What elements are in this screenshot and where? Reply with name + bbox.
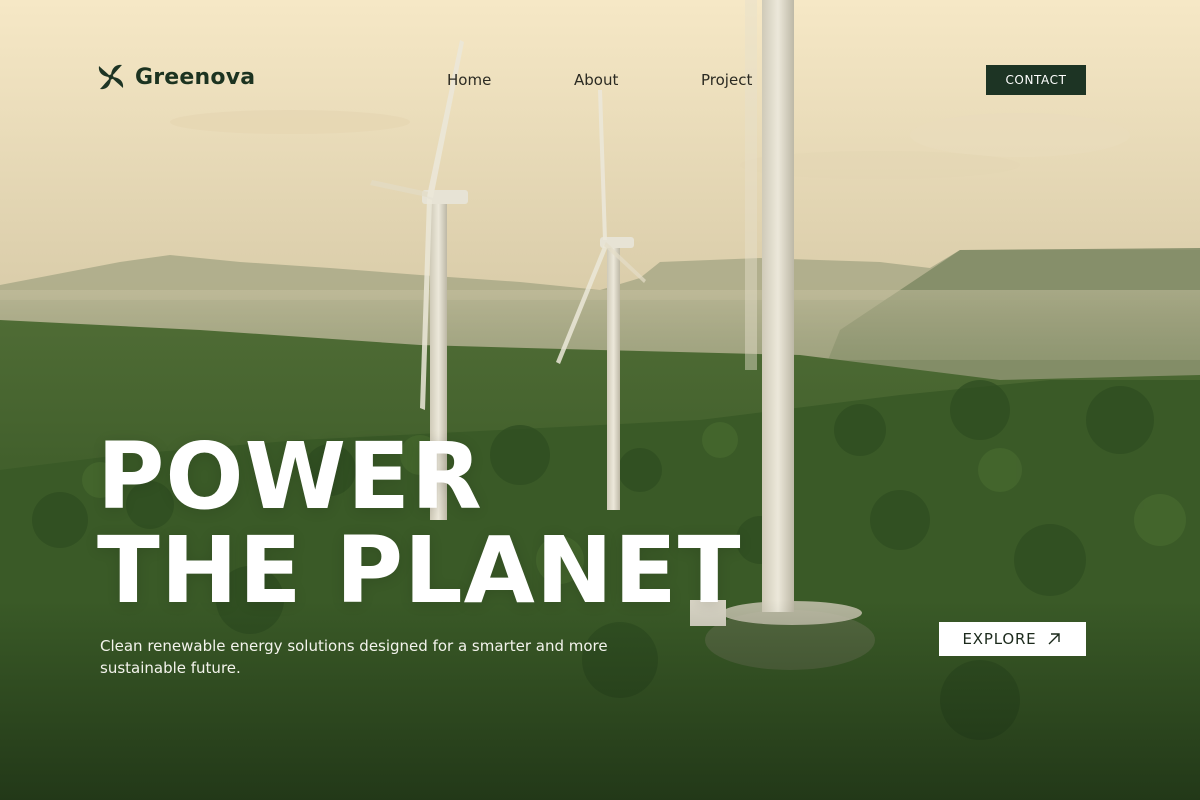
landing-page: Greenova Home About Project CONTACT POWE… — [0, 0, 1200, 800]
hero-title-line-2: THE PLANET — [97, 517, 742, 624]
nav-link-home[interactable]: Home — [447, 71, 491, 89]
pinwheel-logo-icon — [98, 64, 124, 90]
contact-button[interactable]: CONTACT — [986, 65, 1086, 95]
nav-link-about[interactable]: About — [574, 71, 618, 89]
top-navigation: Greenova Home About Project CONTACT — [0, 0, 1200, 160]
arrow-up-right-icon — [1048, 633, 1061, 645]
hero-title: POWER THE PLANET — [97, 430, 741, 618]
explore-button[interactable]: EXPLORE — [939, 622, 1086, 656]
hero-title-line-1: POWER — [97, 423, 483, 530]
brand-name: Greenova — [135, 64, 256, 90]
explore-button-label: EXPLORE — [962, 630, 1037, 648]
nav-link-project[interactable]: Project — [701, 71, 752, 89]
brand-logo[interactable]: Greenova — [95, 61, 255, 93]
hero-subtitle: Clean renewable energy solutions designe… — [100, 637, 608, 677]
